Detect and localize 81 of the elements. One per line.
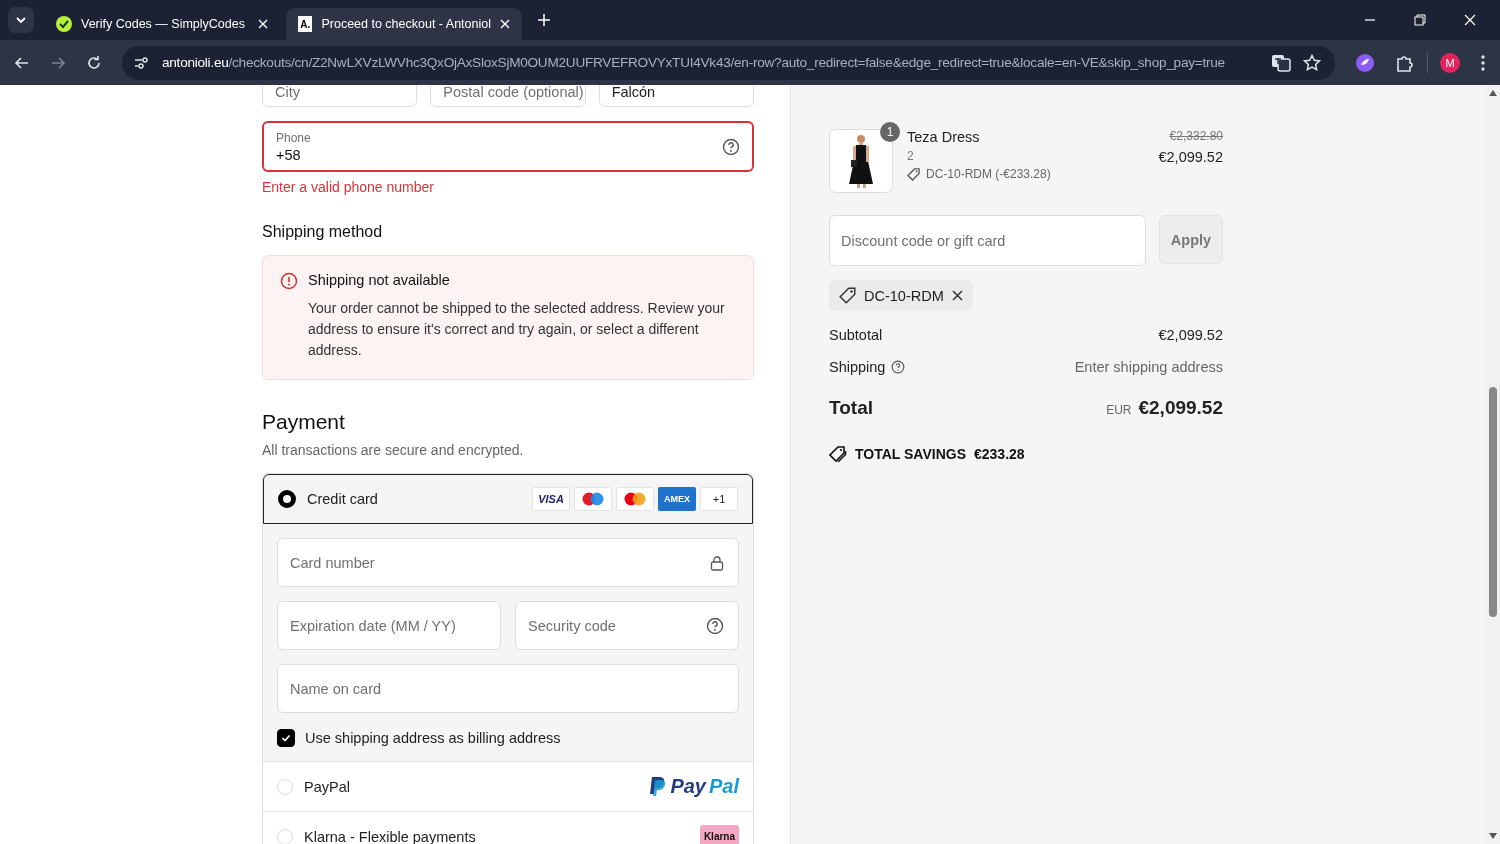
- help-icon[interactable]: [706, 616, 724, 635]
- help-icon[interactable]: [722, 137, 740, 156]
- tags-icon: [829, 445, 847, 463]
- name-on-card-field[interactable]: Name on card: [277, 664, 739, 713]
- product-name: Teza Dress: [907, 129, 981, 145]
- scroll-down-icon[interactable]: [1487, 832, 1498, 840]
- payment-option[interactable]: Klarna - Flexible payments Klarna: [263, 811, 753, 844]
- tab-list-button[interactable]: [8, 7, 34, 33]
- close-icon[interactable]: [500, 19, 510, 29]
- total-label: Total: [829, 397, 873, 419]
- star-icon[interactable]: [1303, 53, 1321, 72]
- summary-label: Subtotal: [829, 327, 883, 343]
- savings-amount: €233.28: [974, 446, 1025, 462]
- restore-icon[interactable]: [1414, 14, 1426, 26]
- tag-icon: [907, 167, 920, 181]
- alert-title: Shipping not available: [308, 272, 451, 288]
- card-brand-icon: [574, 487, 612, 511]
- summary-value: Enter shipping address: [1074, 359, 1223, 375]
- more-brands-badge: +1: [700, 487, 738, 511]
- card-number-field[interactable]: Card number: [277, 538, 739, 587]
- close-icon[interactable]: [258, 19, 268, 29]
- region-field[interactable]: Falcón: [598, 85, 754, 107]
- item-price: €2,099.52: [1158, 149, 1223, 165]
- alert-icon: [280, 272, 298, 290]
- alert-message: Your order cannot be shipped to the selected address. Review your address to ensure it's correct and try again, or select a different address.: [308, 299, 726, 360]
- tab-title: Verify Codes — SimplyCodes: [81, 17, 246, 31]
- close-icon[interactable]: [1464, 14, 1476, 26]
- tag-icon: [839, 287, 856, 304]
- scroll-up-icon[interactable]: [1487, 89, 1498, 97]
- menu-icon[interactable]: [1480, 53, 1486, 72]
- section-heading: Shipping method: [262, 223, 384, 241]
- error-message: Enter a valid phone number: [262, 179, 435, 195]
- apply-button[interactable]: Apply: [1159, 215, 1223, 264]
- paypal-logo: PayPal: [649, 775, 739, 798]
- payment-option[interactable]: Credit card VISA AMEX +1: [263, 474, 753, 524]
- input-field[interactable]: City: [262, 85, 418, 107]
- original-price: €2,332.80: [1169, 129, 1223, 143]
- security-code-field[interactable]: Security code: [515, 601, 739, 650]
- summary-label: Shipping: [829, 359, 886, 375]
- checkmark-icon: [281, 733, 291, 743]
- site-favicon-icon: [56, 16, 72, 32]
- reload-icon[interactable]: [86, 54, 102, 71]
- help-icon[interactable]: [891, 360, 906, 374]
- radio-button[interactable]: [278, 490, 296, 508]
- site-favicon-icon: A.: [298, 16, 313, 32]
- card-brand-badge: AMEX: [658, 487, 696, 511]
- currency-code: EUR: [1106, 403, 1132, 417]
- translate-icon[interactable]: [1271, 52, 1291, 73]
- phone-field[interactable]: Phone +58: [262, 121, 754, 172]
- card-brand-icon: [616, 487, 654, 511]
- scrollbar-thumb[interactable]: [1488, 387, 1497, 617]
- extension-icon[interactable]: [1355, 52, 1375, 73]
- tab-title: Proceed to checkout - Antoniol: [321, 17, 491, 31]
- klarna-logo: Klarna: [699, 825, 739, 844]
- total-amount: €2,099.52: [1138, 397, 1223, 419]
- product-variant: 2: [907, 149, 915, 163]
- savings-label: TOTAL SAVINGS: [855, 446, 966, 462]
- url-text: antonioli.eu/checkouts/cn/Z2NwLXVzLWVhc3QxOjAxSloxSjM0OUM2UUFRVEFROVYxTUI4Vk43/en-row?auto_redirect=false&edge_redirect=true&locale=en-VE&skip_shop_pay=true: [162, 55, 1226, 70]
- chevron-down-icon: [15, 14, 27, 26]
- card-brand-badge: VISA: [532, 487, 570, 511]
- new-tab-icon[interactable]: [538, 14, 550, 26]
- remove-icon[interactable]: [951, 290, 963, 301]
- section-subtitle: All transactions are secure and encrypted.: [262, 442, 525, 458]
- lock-icon: [710, 554, 724, 571]
- browser-tab[interactable]: Verify Codes — SimplyCodes: [44, 8, 280, 40]
- forward-icon[interactable]: [50, 54, 66, 71]
- scrollbar[interactable]: [1485, 85, 1500, 844]
- summary-value: €2,099.52: [1158, 327, 1223, 343]
- checkbox[interactable]: [277, 729, 295, 747]
- discount-code: DC-10-RDM: [864, 287, 944, 304]
- address-bar[interactable]: antonioli.eu/checkouts/cn/Z2NwLXVzLWVhc3QxOjAxSloxSjM0OUM2UUFRVEFROVYxTUI4Vk43/en-row?auto_redirect=false&edge_redirect=true&locale=en-VE&skip_shop_pay=true: [122, 45, 1335, 80]
- section-heading: Payment: [262, 410, 346, 434]
- profile-avatar[interactable]: M: [1440, 52, 1460, 73]
- expiration-date-field[interactable]: Expiration date (MM / YY): [277, 601, 501, 650]
- back-icon[interactable]: [14, 54, 30, 71]
- discount-code-field[interactable]: Discount code or gift card: [829, 215, 1146, 266]
- checkbox-label: Use shipping address as billing address: [305, 730, 561, 746]
- quantity-badge: 1: [880, 122, 900, 142]
- input-field[interactable]: Postal code (optional): [430, 85, 586, 107]
- discount-text: DC-10-RDM (-€233.28): [926, 167, 1051, 181]
- browser-tab[interactable]: A. Proceed to checkout - Antoniol: [286, 8, 522, 40]
